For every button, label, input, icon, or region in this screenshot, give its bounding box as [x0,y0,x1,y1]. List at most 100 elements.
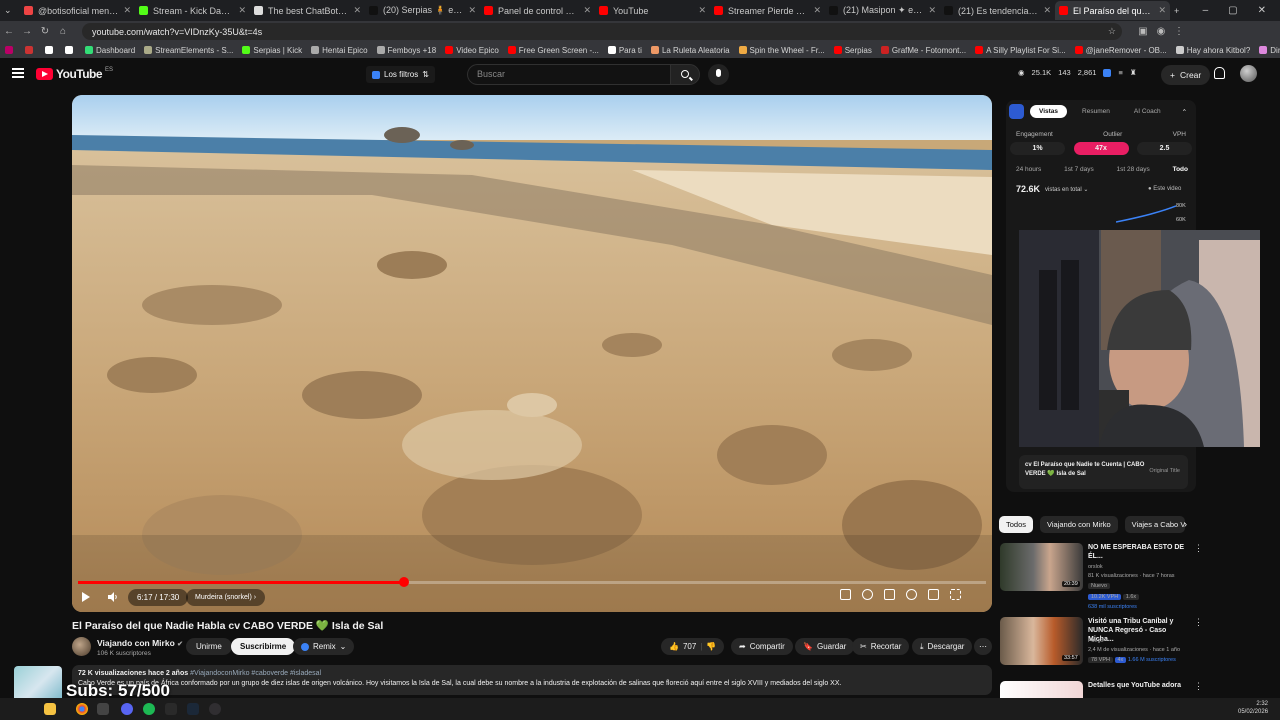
hamburger-menu-icon[interactable] [12,68,24,78]
forward-icon[interactable]: → [18,26,36,37]
new-tab-button[interactable]: + [1170,1,1188,20]
collapse-icon[interactable]: ⌃ [1182,108,1187,116]
more-vert-icon[interactable]: ⋮ [1194,543,1203,554]
more-actions-button[interactable]: ⋯ [974,638,992,655]
recommendation-thumbnail[interactable] [1000,681,1083,698]
range-all[interactable]: Todo [1173,166,1188,173]
bookmark-star-icon[interactable]: ☆ [1108,26,1116,37]
steam-icon[interactable] [187,703,199,715]
bookmark-item[interactable]: Femboys +18 [376,46,436,55]
close-tab-icon[interactable]: ✕ [813,5,821,16]
bookmark-item[interactable] [45,46,56,54]
autoplay-toggle-icon[interactable] [862,589,873,600]
account-avatar[interactable] [1240,65,1257,82]
chip-topic[interactable]: Viajes a Cabo Ver [1124,516,1185,533]
bookmark-item[interactable] [25,46,36,54]
browser-tab[interactable]: The best ChatBot and Widget ✕ [250,1,365,20]
recommendation-item[interactable]: Detalles que YouTube adora ⋮ [1000,681,1200,698]
bookmark-item[interactable]: Spin the Wheel - Fr... [738,46,825,55]
extension-icon-2[interactable] [1103,68,1112,77]
create-button[interactable]: + Crear [1161,65,1211,85]
voice-search-button[interactable] [708,64,729,85]
recommendation-item[interactable]: 20:39 NO ME ESPERABA ESTO DE ÉL... orslo… [1000,543,1203,610]
progress-scrubber-handle[interactable] [398,577,409,587]
panel-tab-ai-coach[interactable]: AI Coach [1125,105,1170,118]
thumbs-down-icon[interactable]: 👎 [706,638,716,655]
bookmark-item[interactable]: Hay ahora Kitbol? [1175,46,1250,55]
url-field[interactable]: youtube.com/watch?v=VIDnzKy-35U&t=4s ☆ [82,23,1122,40]
like-count[interactable]: 707 [683,638,696,655]
close-window-icon[interactable]: ✕ [1258,5,1266,16]
bookmark-item[interactable]: GrafMe - Fotomont... [880,46,966,55]
recommendation-channel[interactable]: orslok [1088,564,1103,570]
description-tags[interactable]: #ViajandoconMirko #caboverde #isladesal [190,670,321,677]
close-tab-icon[interactable]: ✕ [238,5,246,16]
browser-tab[interactable]: @botisoficial mentioned ✕ [20,1,135,20]
discord-icon[interactable] [121,703,133,715]
extension-player-icon[interactable] [840,589,851,600]
theater-mode-icon[interactable] [928,589,939,600]
recommendation-title[interactable]: Detalles que YouTube adora [1088,681,1188,690]
close-tab-icon[interactable]: ✕ [1158,5,1166,16]
close-tab-icon[interactable]: ✕ [583,5,591,16]
views-dropdown[interactable]: vistas en total ⌄ [1045,186,1088,193]
browser-menu-icon[interactable]: ⋮ [1170,26,1188,37]
bookmark-item[interactable]: Video Epico [445,46,499,55]
remix-button[interactable]: Remix ⌄ [293,638,355,655]
bookmark-item[interactable]: StreamElements - S... [144,46,233,55]
search-button[interactable] [670,64,700,85]
volume-icon[interactable] [108,592,118,602]
range-28d[interactable]: 1st 28 days [1117,166,1150,173]
extensions-icon[interactable]: ▣ [1134,26,1152,37]
recommendation-channel[interactable]: Fuego [1088,638,1104,644]
close-tab-icon[interactable]: ✕ [1043,5,1051,16]
range-7d[interactable]: 1st 7 days [1064,166,1094,173]
fullscreen-icon[interactable] [950,589,961,600]
chevron-right-icon[interactable]: › [1184,519,1187,529]
recommendation-title[interactable]: NO ME ESPERABA ESTO DE ÉL... [1088,543,1188,561]
menu-lines-icon[interactable]: ≡ [1118,68,1122,77]
bookmark-item[interactable]: Dashboard [85,46,135,55]
subscribe-button[interactable]: Suscribirme [231,638,296,655]
clip-button[interactable]: ✂ Recortar [852,638,910,655]
video-progress-bar[interactable] [78,581,986,584]
more-vert-icon[interactable]: ⋮ [1194,617,1203,628]
browser-tab[interactable]: Stream - Kick Dashboard ✕ [135,1,250,20]
browser-tab[interactable]: Panel de control del canal - Y ✕ [480,1,595,20]
chip-channel[interactable]: Viajando con Mirko [1040,516,1118,533]
browser-tab[interactable]: (20) Serpias 🧍 en X: "APREN ✕ [365,1,480,20]
filters-button[interactable]: Los filtros ⇅ [366,66,435,83]
spotify-icon[interactable] [143,703,155,715]
system-clock[interactable]: 2:32 05/02/2026 [1238,700,1268,716]
bookmark-item[interactable]: Serpias | Kick [242,46,302,55]
close-tab-icon[interactable]: ✕ [123,5,131,16]
bookmark-item[interactable]: Para ti [607,46,642,55]
settings-gear-icon[interactable] [906,589,917,600]
home-icon[interactable]: ⌂ [54,26,72,37]
play-icon[interactable] [82,592,90,602]
join-button[interactable]: Unirme [186,638,232,655]
channel-avatar[interactable] [72,637,91,656]
browser-tab[interactable]: (21) Es tendencia en X en X ✕ [940,1,1055,20]
youtube-logo[interactable]: YouTube ES [36,67,113,81]
tab-list-menu[interactable]: ⌄ [0,1,20,20]
thumbs-up-icon[interactable]: 👍 [669,638,679,655]
chip-todos[interactable]: Todos [999,516,1034,533]
browser-tab[interactable]: El Paraíso del que Nadie Habl ✕ [1055,1,1170,20]
search-input[interactable]: Buscar [467,64,670,85]
recommendation-item[interactable]: 33:57 Visitó una Tribu Caníbal y NUNCA R… [1000,617,1203,667]
original-title-button[interactable]: Original Title [1149,467,1180,476]
share-button[interactable]: ➦ Compartir [731,638,793,655]
maximize-icon[interactable]: ▢ [1228,5,1237,16]
app-icon[interactable] [97,703,109,715]
file-explorer-icon[interactable] [44,703,56,715]
reload-icon[interactable]: ↻ [36,26,54,37]
trophy-icon[interactable]: ♜ [1130,68,1137,77]
browser-tab[interactable]: (21) Masipon ✦ en X: "@ben ✕ [825,1,940,20]
close-tab-icon[interactable]: ✕ [698,5,706,16]
video-player[interactable] [72,95,992,612]
bookmark-item[interactable]: A Silly Playlist For Si... [975,46,1066,55]
description-box[interactable]: 72 K visualizaciones hace 2 años #Viajan… [72,665,992,695]
bookmark-item[interactable]: Dirge of the Sky | C... [1259,46,1280,55]
download-button[interactable]: ⤓ Descargar [912,638,973,655]
